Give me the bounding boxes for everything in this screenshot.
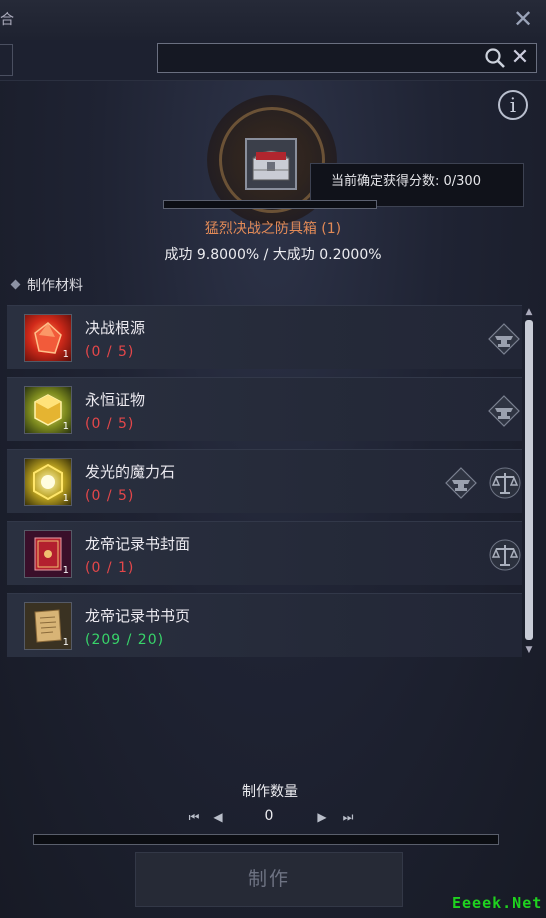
material-name: 决战根源: [85, 319, 146, 337]
material-count: (209 / 20): [85, 632, 165, 648]
search-row: ✕: [0, 40, 546, 81]
scroll-down-icon[interactable]: ▼: [524, 645, 534, 655]
search-icon[interactable]: [484, 47, 506, 69]
material-quantity: 1: [62, 349, 69, 360]
success-rates: 成功 9.8000% / 大成功 0.2000%: [164, 247, 382, 263]
craft-button[interactable]: 制作: [135, 852, 403, 907]
skip-first-icon[interactable]: ⏮: [186, 806, 202, 828]
close-button[interactable]: ✕: [510, 6, 536, 32]
materials-scrollbar[interactable]: ▲ ▼: [522, 307, 536, 657]
red-gem-icon[interactable]: 1: [24, 314, 72, 362]
materials-section-label: 制作材料: [27, 278, 83, 294]
title-bar: 合 ✕: [0, 0, 546, 41]
crafting-window: 合 ✕ ✕ i 当前确定获得分数: 0/300 猛烈决战之防具箱 (1) 成功 …: [0, 0, 546, 918]
skip-last-icon[interactable]: ⏭: [340, 806, 356, 828]
material-name: 龙帝记录书封面: [85, 535, 191, 553]
category-dropdown-edge[interactable]: [0, 44, 13, 76]
material-name: 永恒证物: [85, 391, 146, 409]
material-row[interactable]: 1 永恒证物 (0 / 5): [7, 377, 522, 441]
clear-search-icon[interactable]: ✕: [509, 45, 531, 71]
target-item-chest-icon[interactable]: [245, 138, 297, 190]
quantity-stepper: ⏮ ◀ 0 ▶ ⏭: [186, 806, 356, 828]
material-count: (0 / 1): [85, 560, 135, 576]
anvil-icon[interactable]: [444, 466, 478, 500]
info-icon[interactable]: i: [498, 90, 528, 120]
scale-icon[interactable]: [488, 538, 522, 572]
material-count: (0 / 5): [85, 488, 135, 504]
book-page-icon[interactable]: 1: [24, 602, 72, 650]
search-input[interactable]: [164, 47, 478, 71]
decrement-icon[interactable]: ◀: [210, 806, 226, 828]
material-row[interactable]: 1 龙帝记录书书页 (209 / 20): [7, 593, 522, 657]
materials-list: 1 决战根源 (0 / 5) 1 永恒证物 (0 / 5) 1 发光的魔力石 (…: [7, 305, 522, 665]
material-count: (0 / 5): [85, 344, 135, 360]
material-count: (0 / 5): [85, 416, 135, 432]
material-quantity: 1: [62, 637, 69, 648]
search-box[interactable]: ✕: [157, 43, 537, 73]
scroll-thumb[interactable]: [525, 320, 533, 640]
gold-cube-icon[interactable]: 1: [24, 386, 72, 434]
craft-progress-bar: [163, 200, 377, 209]
material-quantity: 1: [62, 493, 69, 504]
material-name: 龙帝记录书书页: [85, 607, 191, 625]
book-cover-icon[interactable]: 1: [24, 530, 72, 578]
material-quantity: 1: [62, 421, 69, 432]
materials-section-title: 制作材料: [10, 275, 83, 295]
chest-icon: [251, 150, 291, 181]
watermark: Eeeek.Net: [452, 894, 543, 912]
quantity-slider[interactable]: [33, 834, 499, 845]
material-name: 发光的魔力石: [85, 463, 176, 481]
scale-icon[interactable]: [488, 466, 522, 500]
material-quantity: 1: [62, 565, 69, 576]
diamond-bullet-icon: [10, 279, 21, 290]
craft-quantity-label: 制作数量: [242, 784, 298, 800]
glowing-stone-icon[interactable]: 1: [24, 458, 72, 506]
quantity-value[interactable]: 0: [246, 808, 292, 824]
window-title: 合: [0, 12, 14, 28]
material-row[interactable]: 1 决战根源 (0 / 5): [7, 305, 522, 369]
target-item-name: 猛烈决战之防具箱 (1): [204, 221, 342, 237]
scroll-up-icon[interactable]: ▲: [524, 307, 534, 317]
increment-icon[interactable]: ▶: [314, 806, 330, 828]
material-row[interactable]: 1 龙帝记录书封面 (0 / 1): [7, 521, 522, 585]
material-row[interactable]: 1 发光的魔力石 (0 / 5): [7, 449, 522, 513]
anvil-icon[interactable]: [487, 322, 521, 356]
anvil-icon[interactable]: [487, 394, 521, 428]
